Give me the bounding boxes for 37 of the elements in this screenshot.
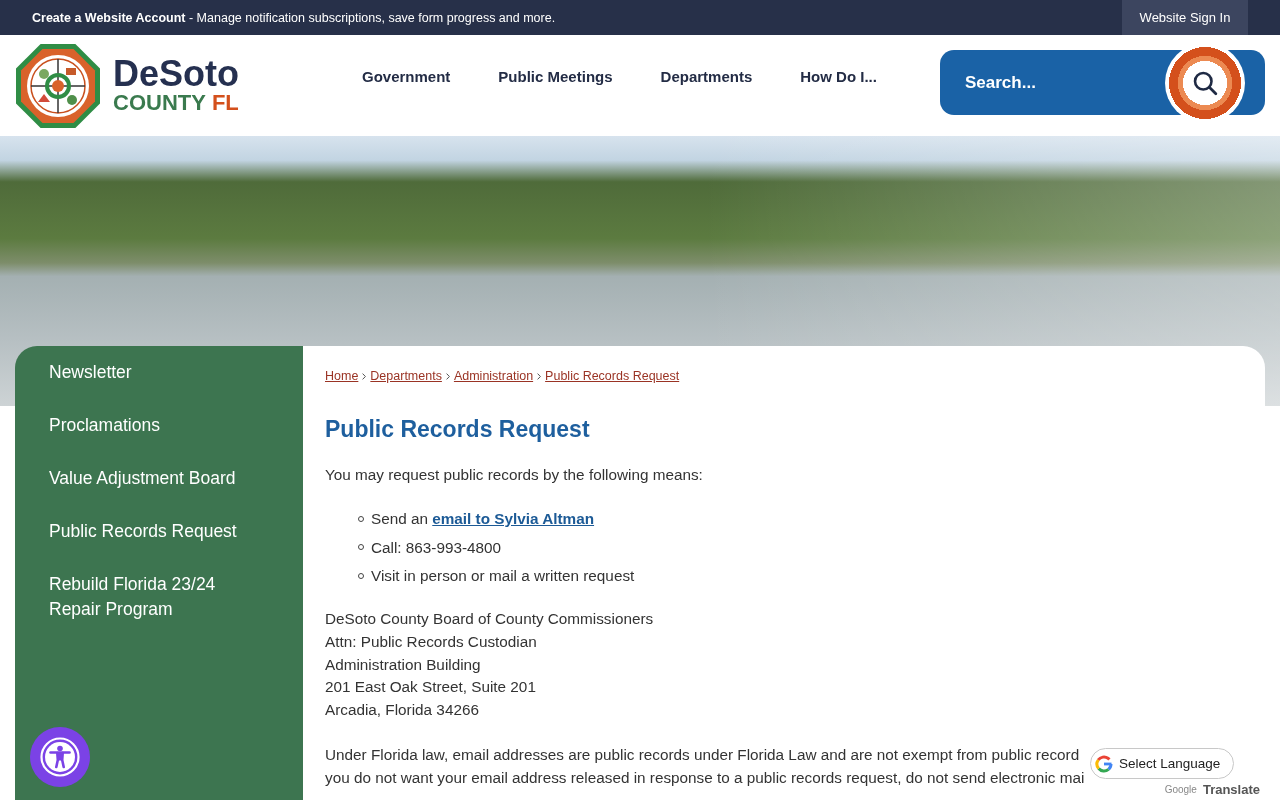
sidebar-link[interactable]: Rebuild Florida 23/24 Repair Program <box>15 558 303 636</box>
intro-text: You may request public records by the following means: <box>325 465 704 485</box>
multicolor-g-icon <box>1095 754 1113 773</box>
logo-county-text: COUNTY <box>113 90 206 115</box>
mailing-address-text: DeSoto County Board of County Commissioners Attn: Public Records Custodian Administration Building 201 East Oak Street, Suite 201 Arcadia, Florida 34266 <box>325 609 655 720</box>
contact-method-text: Visit in person or mail a written request <box>371 566 635 586</box>
nav-link[interactable]: Public Meetings <box>474 67 637 87</box>
breadcrumb-link[interactable]: Departments <box>370 368 442 384</box>
search-icon <box>1192 69 1218 96</box>
nav-link[interactable]: Government <box>338 67 475 87</box>
create-account-link[interactable]: Create a Website Account - Manage notification subscriptions, save form progress and more. <box>32 10 556 25</box>
sidebar-link[interactable]: Proclamations <box>15 399 303 452</box>
search-field[interactable]: Search... <box>940 50 1165 115</box>
sign-in-button[interactable]: Website Sign In <box>1122 0 1248 35</box>
email-link[interactable]: email to Sylvia Altman <box>432 510 595 527</box>
contact-method-text: Call: 863-993-4800 <box>371 537 502 558</box>
breadcrumb-chevron-icon <box>362 372 367 380</box>
sidebar-link[interactable]: Newsletter <box>15 346 303 399</box>
breadcrumb-chevron-icon <box>537 372 542 380</box>
breadcrumb-link[interactable]: Home <box>325 368 359 384</box>
nav-link[interactable]: Departments <box>636 67 777 87</box>
contact-method-text: Send an email to Sylvia Altman <box>371 509 595 529</box>
provider-text: Google <box>1164 783 1197 796</box>
accessibility-icon <box>40 737 80 777</box>
sidebar-link[interactable]: Value Adjustment Board <box>15 452 303 505</box>
translate-text: Translate <box>1202 783 1260 796</box>
breadcrumb-link[interactable]: Administration <box>453 368 534 384</box>
breadcrumb-link[interactable]: Public Records Request <box>545 368 680 384</box>
county-seal-icon <box>16 43 100 128</box>
nav-link[interactable]: How Do I... <box>776 67 901 87</box>
logo-state-text: FL <box>211 90 239 115</box>
page-title: Public Records Request <box>325 415 591 444</box>
breadcrumb-chevron-icon <box>445 372 450 380</box>
language-select[interactable]: Select Language <box>1090 748 1234 779</box>
email-notice-text: Under Florida law, email addresses are public records under Florida Law and are not exempt from public record you do not want your email address released in response to a public records request, do not send electronic mai <box>325 744 1085 788</box>
sidebar-link[interactable]: Public Records Request <box>15 505 303 558</box>
logo-name-text: DeSoto <box>113 56 239 91</box>
